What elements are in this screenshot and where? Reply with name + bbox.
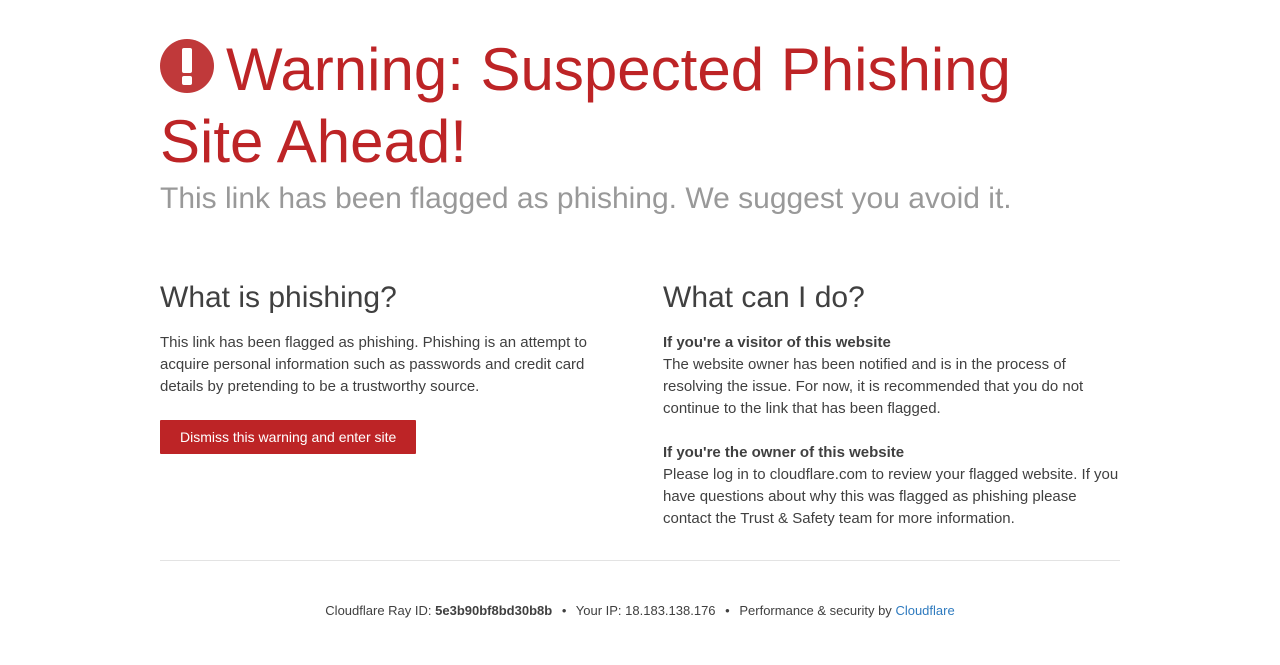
performance-label: Performance & security by <box>739 603 892 618</box>
owner-body: Please log in to cloudflare.com to revie… <box>663 466 1119 527</box>
what-can-i-do-heading: What can I do? <box>663 281 865 314</box>
what-is-phishing-section: What is phishing? This link has been fla… <box>160 278 600 454</box>
page-subtitle: This link has been flagged as phishing. … <box>160 182 1012 215</box>
footer-separator: • <box>561 603 567 618</box>
footer-separator: • <box>725 603 730 618</box>
what-is-phishing-heading: What is phishing? <box>160 281 397 314</box>
visitor-heading: If you're a visitor of this website <box>663 334 891 351</box>
ip-value: 18.183.138.176 <box>625 603 716 618</box>
ray-id-label: Cloudflare Ray ID: <box>325 603 432 618</box>
visitor-body: The website owner has been notified and … <box>663 356 1084 417</box>
ray-id-value: 5e3b90bf8bd30b8b <box>435 603 553 618</box>
footer-divider <box>160 560 1120 561</box>
exclamation-circle-icon <box>160 39 214 93</box>
owner-heading: If you're the owner of this website <box>663 444 905 461</box>
page-title: Warning: Suspected Phishing Site Ahead! <box>160 34 1120 178</box>
what-can-i-do-section: What can I do? If you're a visitor of th… <box>663 278 1123 530</box>
ip-label: Your IP: <box>575 603 622 618</box>
dismiss-warning-button[interactable]: Dismiss this warning and enter site <box>160 420 417 454</box>
page-title-text: Warning: Suspected Phishing Site Ahead! <box>160 36 1011 175</box>
footer: Cloudflare Ray ID: 5e3b90bf8bd30b8b • Yo… <box>160 602 1120 620</box>
cloudflare-link[interactable]: Cloudflare <box>895 603 954 618</box>
phishing-description: This link has been flagged as phishing. … <box>160 334 587 395</box>
